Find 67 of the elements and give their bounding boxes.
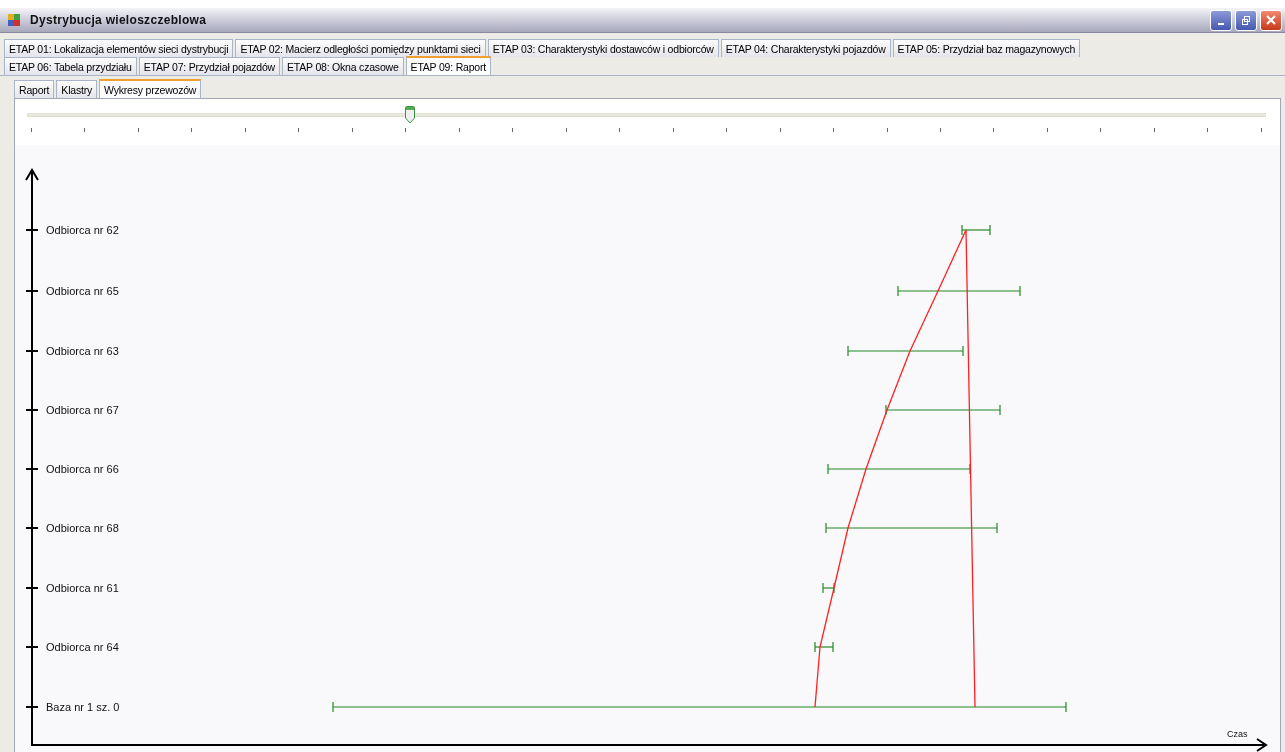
tab[interactable]: Klastry	[56, 80, 98, 98]
slider-tick	[833, 128, 835, 132]
tab[interactable]: ETAP 05: Przydział baz magazynowych	[892, 39, 1081, 57]
row-label: Odbiorca nr 67	[46, 404, 119, 416]
tab[interactable]: ETAP 01: Lokalizacja elementów sieci dystrybucji	[4, 39, 234, 57]
row-label: Odbiorca nr 62	[46, 224, 119, 236]
app-icon	[8, 14, 20, 26]
slider-tick	[565, 128, 567, 132]
slider-tick	[939, 128, 941, 132]
time-window	[814, 641, 834, 653]
slider-tick	[298, 128, 300, 132]
slider-tick	[405, 128, 407, 132]
slider-tick	[726, 128, 728, 132]
row-label: Odbiorca nr 68	[46, 522, 119, 534]
minimize-icon	[1218, 23, 1224, 25]
row-label: Odbiorca nr 64	[46, 641, 119, 653]
axis-tick	[25, 706, 39, 708]
restore-button[interactable]	[1235, 9, 1257, 31]
slider-tick	[191, 128, 193, 132]
slider-tick	[672, 128, 674, 132]
time-window	[822, 582, 835, 594]
slider-tick	[84, 128, 86, 132]
axis-tick	[25, 409, 39, 411]
axis-tick	[25, 229, 39, 231]
slider-tick	[512, 128, 514, 132]
axis-tick	[25, 290, 39, 292]
axis-tick	[25, 527, 39, 529]
axis-tick	[25, 587, 39, 589]
slider-tick	[1260, 128, 1262, 132]
slider-tick	[351, 128, 353, 132]
slider-tick	[619, 128, 621, 132]
axis-tick	[25, 646, 39, 648]
slider-tick	[1046, 128, 1048, 132]
tab[interactable]: ETAP 09: Raport	[405, 56, 491, 75]
close-button[interactable]	[1260, 9, 1282, 31]
slider-tick	[244, 128, 246, 132]
tab[interactable]: ETAP 02: Macierz odległości pomiędzy punktami sieci	[235, 39, 486, 57]
slider-tick	[993, 128, 995, 132]
row-label: Odbiorca nr 63	[46, 345, 119, 357]
close-icon	[1266, 15, 1276, 25]
slider-tick	[886, 128, 888, 132]
minimize-button[interactable]	[1210, 9, 1232, 31]
tab[interactable]: ETAP 07: Przydział pojazdów	[138, 57, 280, 75]
tab[interactable]: ETAP 04: Charakterystyki pojazdów	[720, 39, 891, 57]
row-label: Odbiorca nr 61	[46, 582, 119, 594]
tab[interactable]: Wykresy przewozów	[99, 79, 202, 98]
slider-tick	[31, 128, 32, 132]
slider-tick	[458, 128, 460, 132]
axis-label: Czas	[1227, 729, 1248, 739]
time-window	[961, 224, 991, 236]
slider-thumb[interactable]	[404, 106, 415, 124]
tab[interactable]: Raport	[14, 80, 55, 98]
axis-tick	[25, 350, 39, 352]
tab[interactable]: ETAP 08: Okna czasowe	[282, 57, 404, 75]
row-label: Odbiorca nr 65	[46, 285, 119, 297]
slider-tick	[1100, 128, 1102, 132]
slider-tick	[137, 128, 139, 132]
row-label: Odbiorca nr 66	[46, 463, 119, 475]
slider-tick	[1207, 128, 1209, 132]
slider-tick	[779, 128, 781, 132]
row-label: Baza nr 1 sz. 0	[46, 701, 120, 713]
slider-tick	[1153, 128, 1155, 132]
tab[interactable]: ETAP 03: Charakterystyki dostawców i odbiorców	[487, 39, 719, 57]
axis-tick	[25, 468, 39, 470]
restore-icon	[1241, 15, 1251, 25]
window-title: Dystrybucja wieloszczeblowa	[30, 13, 208, 27]
tab[interactable]: ETAP 06: Tabela przydziału	[4, 57, 137, 75]
